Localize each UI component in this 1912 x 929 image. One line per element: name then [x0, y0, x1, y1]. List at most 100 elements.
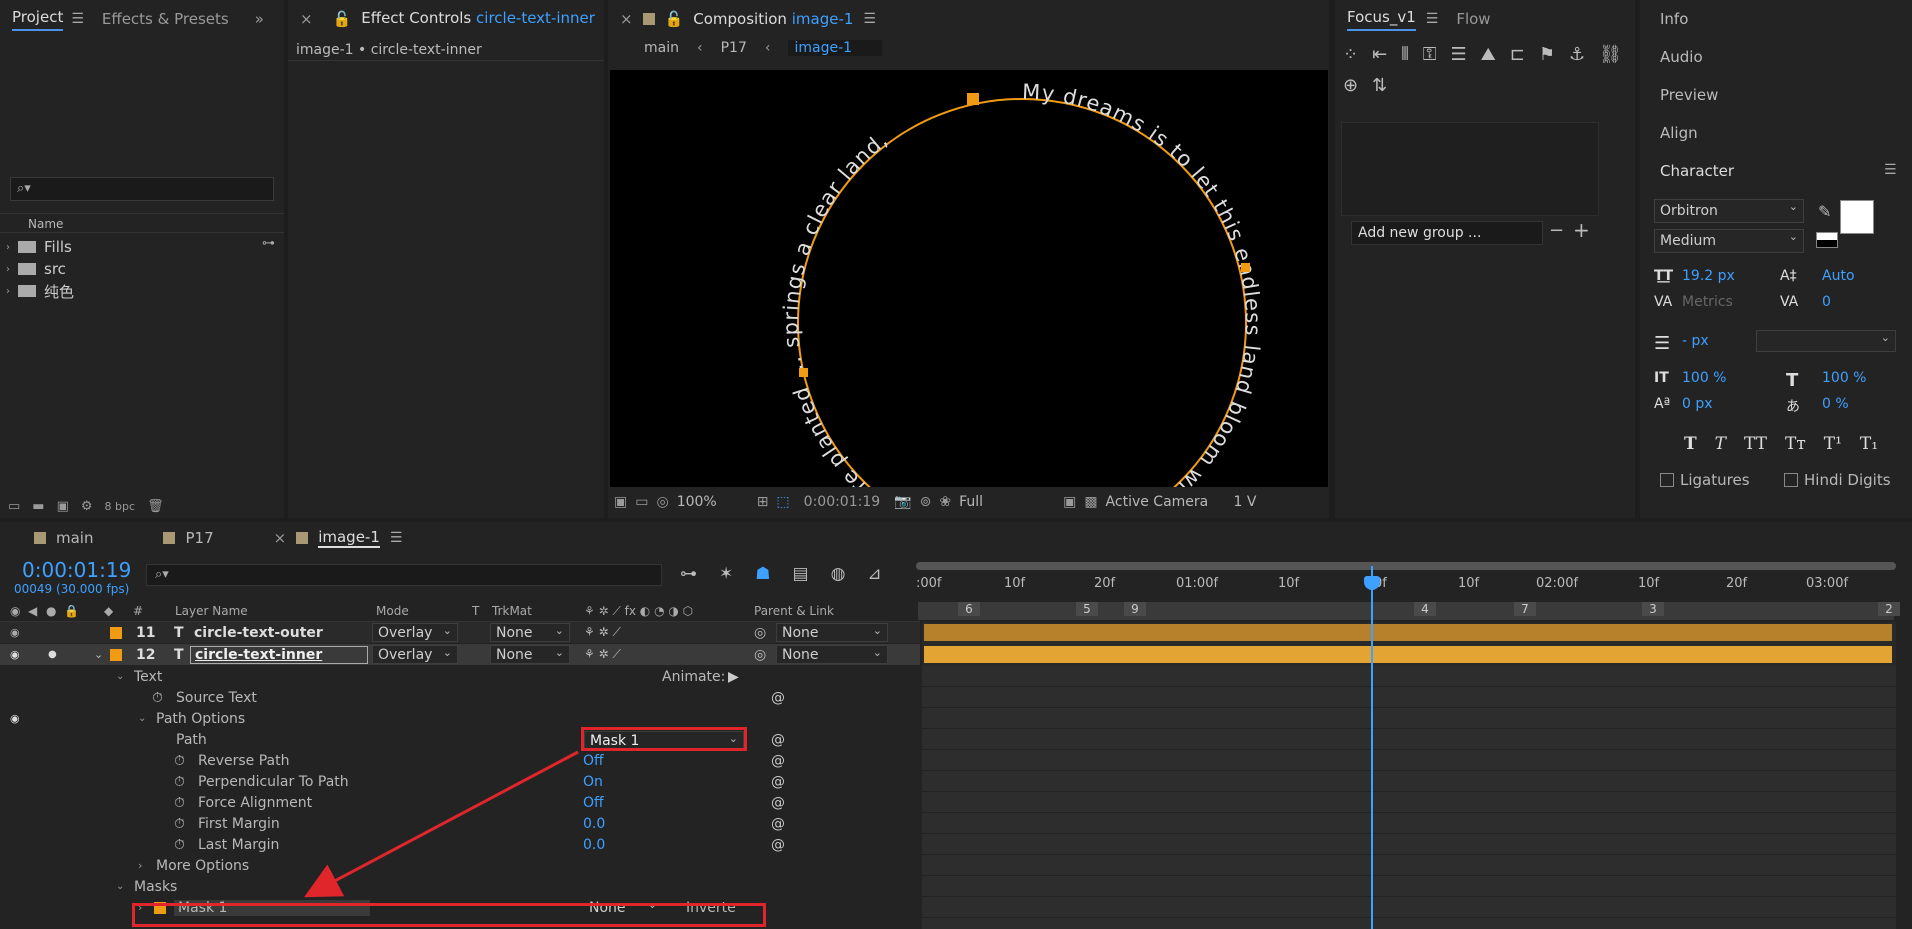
- tab-flow[interactable]: Flow: [1456, 10, 1490, 28]
- stroke-width-value[interactable]: - px: [1682, 333, 1709, 349]
- marker[interactable]: 5: [1076, 602, 1098, 616]
- hindi-digits-checkbox[interactable]: [1784, 473, 1798, 487]
- add-group-icon[interactable]: +: [1573, 218, 1590, 242]
- flowchart-icon[interactable]: ⊶: [262, 236, 275, 251]
- resolution-select[interactable]: Full: [959, 494, 1055, 510]
- project-search-input[interactable]: ⌕▾: [10, 177, 274, 201]
- list-item[interactable]: › Fills: [0, 236, 260, 258]
- camera-icon[interactable]: 📷: [894, 494, 911, 510]
- lock-icon[interactable]: 🔓: [665, 10, 684, 28]
- leading-value[interactable]: Auto: [1822, 268, 1855, 284]
- marker[interactable]: 6: [958, 602, 980, 616]
- font-style-select[interactable]: Medium ⌄: [1654, 229, 1804, 253]
- eyedropper-icon[interactable]: ✎: [1818, 202, 1831, 221]
- add-icon[interactable]: ⊕: [1343, 75, 1358, 96]
- all-caps-button[interactable]: TT: [1744, 434, 1767, 454]
- work-area-bar[interactable]: [916, 562, 1896, 570]
- subscript-button[interactable]: T₁: [1860, 434, 1878, 454]
- menu-icon[interactable]: ☰: [71, 11, 84, 27]
- tab-focus[interactable]: Focus_v1: [1347, 8, 1416, 31]
- faux-italic-button[interactable]: T: [1715, 434, 1726, 454]
- new-folder-icon[interactable]: ▬: [32, 499, 44, 514]
- black-white-swatch[interactable]: [1816, 232, 1838, 248]
- anchor-icon[interactable]: ⚓: [1569, 44, 1585, 65]
- list-icon[interactable]: ☰: [1450, 44, 1466, 65]
- align-icon[interactable]: ⁘: [1343, 44, 1358, 65]
- timecode-display[interactable]: 0:00:01:19: [804, 494, 881, 510]
- list-item[interactable]: › src: [0, 258, 260, 280]
- mountain-icon[interactable]: ⛰: [1481, 44, 1496, 65]
- ligatures-option[interactable]: Ligatures: [1660, 471, 1750, 489]
- grid-icon[interactable]: ⊞: [757, 494, 769, 510]
- chevron-right-icon[interactable]: ›: [6, 264, 10, 275]
- crumb-p17[interactable]: P17: [721, 40, 747, 56]
- ligatures-checkbox[interactable]: [1660, 473, 1674, 487]
- align-left-icon[interactable]: ⇤: [1372, 44, 1387, 65]
- channel-icon[interactable]: ⊚: [920, 494, 932, 510]
- chevron-right-icon[interactable]: ›: [6, 286, 10, 297]
- interpret-footage-icon[interactable]: ▭: [8, 499, 20, 514]
- close-icon[interactable]: ×: [620, 10, 633, 28]
- layer-bar[interactable]: [924, 624, 1892, 641]
- new-comp-icon[interactable]: ▣: [57, 499, 69, 514]
- tab-effects-presets[interactable]: Effects & Presets: [102, 10, 229, 28]
- comp-viewer[interactable]: My dreams is to let this endless land bl…: [610, 70, 1328, 518]
- views-select[interactable]: 1 V: [1234, 494, 1257, 510]
- font-family-select[interactable]: Orbitron ⌄: [1654, 199, 1804, 223]
- marker[interactable]: 4: [1414, 602, 1436, 616]
- info-panel-header[interactable]: Info: [1660, 10, 1688, 28]
- expand-panels-icon[interactable]: »: [255, 10, 264, 28]
- crumb-main[interactable]: main: [644, 40, 679, 56]
- remove-group-icon[interactable]: −: [1549, 220, 1564, 241]
- color-icon[interactable]: ❀: [939, 494, 951, 510]
- mask-visibility-icon[interactable]: ⬚: [776, 494, 789, 510]
- project-settings-icon[interactable]: ⚙: [81, 499, 93, 514]
- menu-icon[interactable]: ☰: [1426, 11, 1439, 27]
- tab-project[interactable]: Project: [12, 8, 64, 31]
- layer-bar[interactable]: [924, 646, 1892, 663]
- lock-icon[interactable]: 🔓: [333, 10, 352, 28]
- list-item[interactable]: › 纯色: [0, 280, 260, 302]
- trash-icon[interactable]: 🗑: [147, 499, 164, 514]
- link-icon[interactable]: ⛓: [1599, 44, 1622, 65]
- small-caps-button[interactable]: Tт: [1785, 434, 1806, 454]
- key-icon[interactable]: ⚿: [1423, 44, 1437, 65]
- playhead[interactable]: [1371, 566, 1373, 929]
- transparency-icon[interactable]: ▩: [1084, 494, 1097, 510]
- menu-icon[interactable]: ☰: [863, 11, 876, 27]
- snapshot-icon[interactable]: ▣: [614, 494, 627, 510]
- layer-tool-icon[interactable]: ⊏: [1510, 44, 1525, 65]
- audio-panel-header[interactable]: Audio: [1660, 48, 1703, 66]
- kerning-value[interactable]: Metrics: [1682, 294, 1733, 310]
- fill-color-swatch[interactable]: [1840, 200, 1874, 234]
- mask-icon[interactable]: ◎: [656, 494, 668, 510]
- marker[interactable]: 7: [1514, 602, 1536, 616]
- chevron-right-icon[interactable]: ›: [6, 242, 10, 253]
- menu-icon[interactable]: ☰: [1884, 162, 1897, 178]
- flag-icon[interactable]: ⚑: [1539, 44, 1555, 65]
- align-panel-header[interactable]: Align: [1660, 124, 1698, 142]
- faux-bold-button[interactable]: T: [1684, 434, 1697, 454]
- marker[interactable]: 3: [1642, 602, 1664, 616]
- tab-composition[interactable]: Composition image-1: [693, 10, 853, 28]
- vertical-scale-value[interactable]: 100 %: [1682, 370, 1726, 386]
- font-size-value[interactable]: 19.2 px: [1682, 268, 1735, 284]
- stroke-style-select[interactable]: ⌄: [1756, 330, 1896, 352]
- close-icon[interactable]: ×: [300, 10, 313, 28]
- superscript-button[interactable]: T¹: [1824, 434, 1842, 454]
- horizontal-scale-value[interactable]: 100 %: [1822, 370, 1866, 386]
- tsume-value[interactable]: 0 %: [1822, 396, 1849, 412]
- add-group-input[interactable]: Add new group ...: [1351, 221, 1543, 245]
- crumb-image-1[interactable]: image-1: [788, 40, 883, 56]
- monitor-icon[interactable]: ▭: [635, 494, 648, 510]
- region-icon[interactable]: ▣: [1063, 494, 1076, 510]
- tracking-value[interactable]: 0: [1822, 294, 1831, 310]
- column-name[interactable]: Name: [28, 217, 63, 231]
- marker[interactable]: 9: [1124, 602, 1146, 616]
- zoom-select[interactable]: 100%: [677, 494, 749, 510]
- camera-select[interactable]: Active Camera: [1106, 494, 1226, 510]
- sort-icon[interactable]: ⇅: [1372, 75, 1387, 96]
- hindi-digits-option[interactable]: Hindi Digits: [1784, 471, 1891, 489]
- tab-effect-controls[interactable]: Effect Controls circle-text-inner: [361, 9, 595, 30]
- character-panel-header[interactable]: Character: [1660, 162, 1734, 180]
